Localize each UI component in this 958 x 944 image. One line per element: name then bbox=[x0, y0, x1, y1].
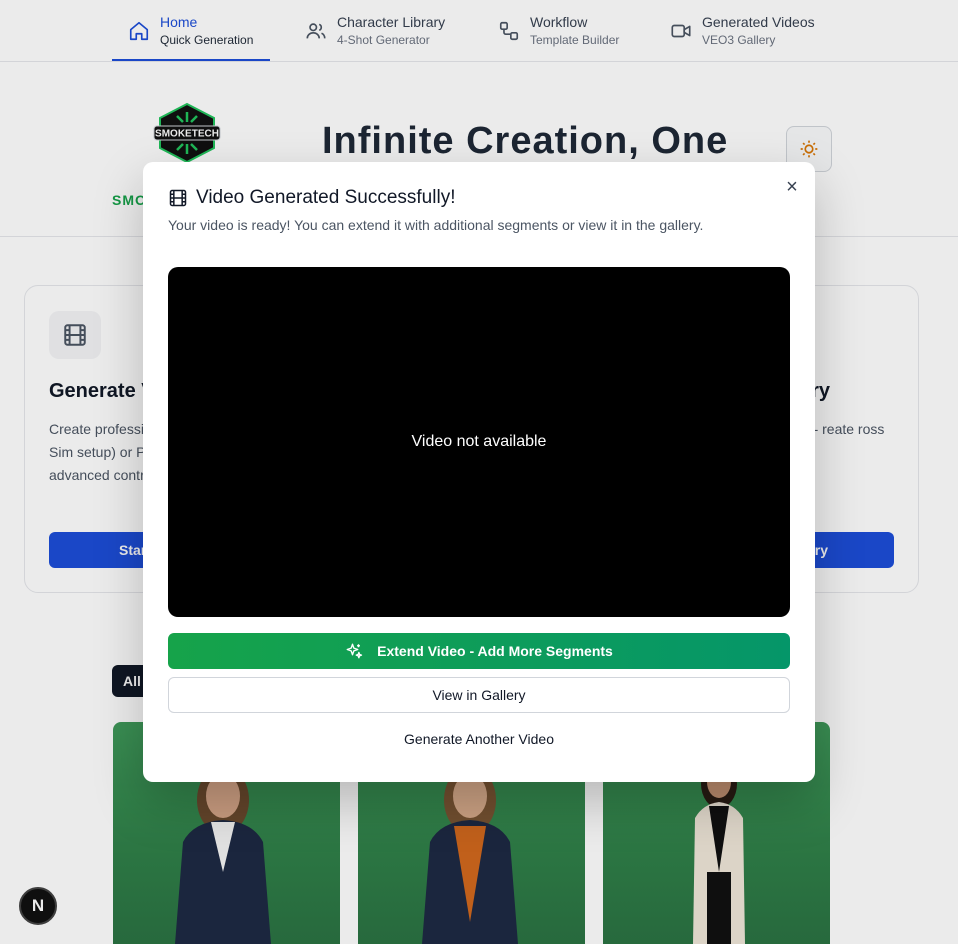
close-icon: × bbox=[786, 175, 798, 198]
dialog-title: Video Generated Successfully! bbox=[196, 187, 456, 208]
generate-another-video-button[interactable]: Generate Another Video bbox=[168, 721, 790, 757]
close-button[interactable]: × bbox=[781, 176, 803, 198]
dialog-header: Video Generated Successfully! bbox=[168, 187, 455, 209]
sparkles-icon bbox=[346, 643, 363, 659]
extend-video-label: Extend Video - Add More Segments bbox=[377, 643, 613, 659]
film-icon bbox=[169, 189, 187, 207]
video-unavailable-message: Video not available bbox=[411, 433, 547, 450]
view-in-gallery-label: View in Gallery bbox=[432, 687, 526, 703]
video-player[interactable]: Video not available bbox=[168, 267, 790, 617]
view-in-gallery-button[interactable]: View in Gallery bbox=[168, 677, 790, 713]
success-dialog: × Video Generated Successfully! Your vid… bbox=[143, 162, 815, 782]
generate-another-label: Generate Another Video bbox=[404, 731, 554, 747]
extend-video-button[interactable]: Extend Video - Add More Segments bbox=[168, 633, 790, 669]
dialog-description: Your video is ready! You can extend it w… bbox=[168, 217, 704, 233]
